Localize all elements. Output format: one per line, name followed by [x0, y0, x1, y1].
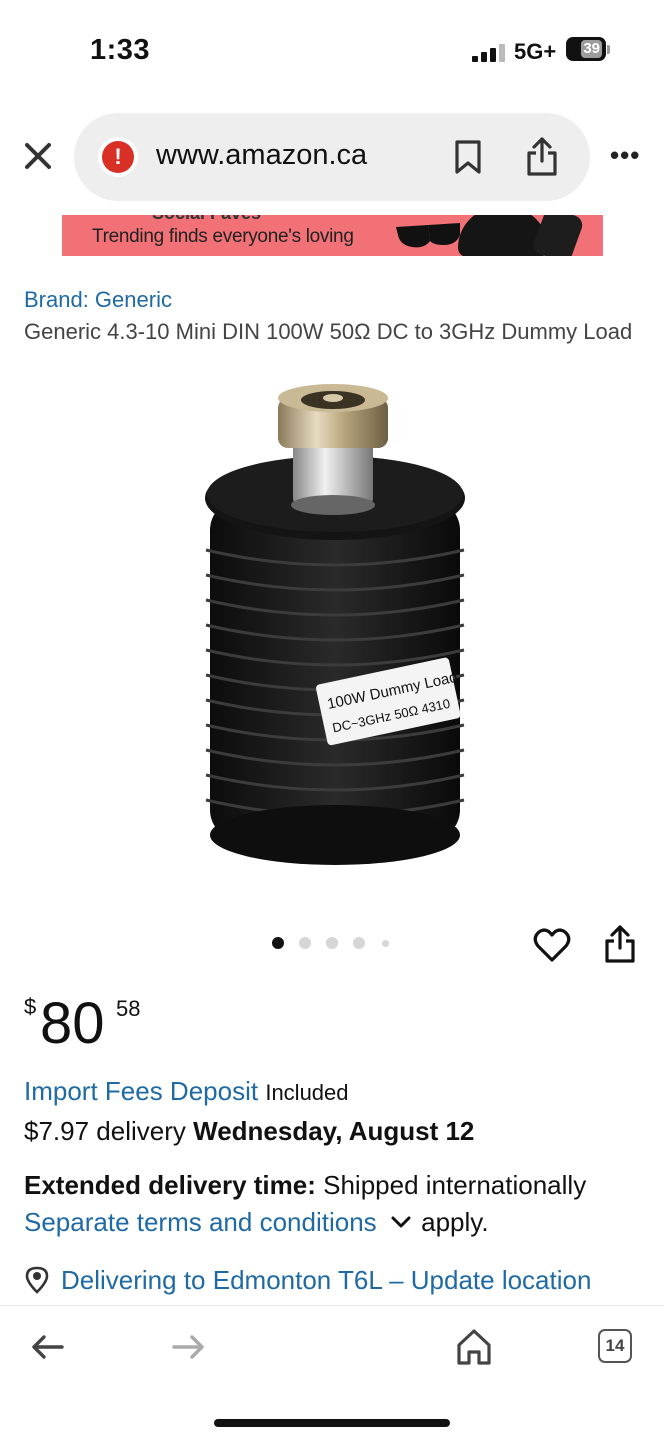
address-bar[interactable]: ! www.amazon.ca — [74, 113, 590, 201]
pager-dot[interactable] — [326, 937, 338, 949]
status-bar: 1:33 5G+ 39 — [0, 0, 664, 100]
brand-link[interactable]: Brand: Generic — [24, 287, 172, 313]
product-title: Generic 4.3-10 Mini DIN 100W 50Ω DC to 3… — [24, 319, 633, 344]
sunglasses-image — [396, 223, 460, 248]
pager-dot[interactable] — [272, 937, 284, 949]
battery-nub — [607, 45, 610, 54]
delivery-price: $7.97 delivery — [24, 1116, 186, 1146]
delivery-info: $7.97 delivery Wednesday, August 12 — [24, 1116, 474, 1147]
extended-label: Extended delivery time: — [24, 1170, 316, 1200]
home-indicator[interactable] — [214, 1419, 450, 1427]
terms-line: Separate terms and conditions apply. — [24, 1207, 489, 1238]
status-time: 1:33 — [90, 34, 151, 66]
sock-image — [530, 215, 586, 256]
close-icon[interactable] — [22, 140, 54, 172]
extended-delivery: Extended delivery time: Shipped internat… — [24, 1170, 586, 1201]
bookmark-icon[interactable] — [452, 139, 484, 175]
browser-toolbar: 14 — [0, 1305, 664, 1441]
share-icon[interactable] — [603, 924, 637, 964]
forward-arrow-icon[interactable] — [172, 1334, 206, 1360]
import-fees: Import Fees Deposit Included — [24, 1076, 349, 1107]
signal-icon — [472, 44, 506, 62]
chevron-down-icon[interactable] — [390, 1215, 412, 1229]
delivery-location-link[interactable]: Delivering to Edmonton T6L – Update loca… — [61, 1265, 591, 1296]
heart-icon[interactable] — [533, 926, 571, 964]
share-icon[interactable] — [524, 135, 560, 177]
price-currency: $ — [24, 994, 37, 1019]
battery-level: 39 — [581, 40, 602, 58]
terms-link[interactable]: Separate terms and conditions — [24, 1207, 377, 1237]
product-image[interactable]: 100W Dummy Load DC~3GHz 50Ω 4310 — [190, 380, 480, 880]
battery-icon: 39 — [566, 37, 606, 61]
price-whole: 80 — [40, 991, 105, 1056]
extended-value: Shipped internationally — [323, 1170, 587, 1200]
more-icon[interactable]: ••• — [610, 142, 640, 168]
tabs-button[interactable]: 14 — [598, 1329, 632, 1363]
delivery-date: Wednesday, August 12 — [193, 1116, 475, 1146]
terms-suffix: apply. — [421, 1207, 489, 1237]
url-text[interactable]: www.amazon.ca — [156, 139, 367, 172]
import-fees-suffix: Included — [265, 1080, 349, 1105]
pager-dot[interactable] — [299, 937, 311, 949]
price-fraction: 58 — [116, 996, 141, 1021]
promo-banner[interactable]: Social Faves Trending finds everyone's l… — [62, 215, 603, 256]
location-pin-icon[interactable] — [24, 1266, 50, 1294]
back-arrow-icon[interactable] — [30, 1334, 64, 1360]
network-type: 5G+ — [514, 39, 557, 64]
banner-text: Trending finds everyone's loving — [92, 226, 354, 247]
home-icon[interactable] — [456, 1328, 492, 1366]
banner-top-text: Social Faves — [152, 215, 261, 224]
pager-dot[interactable] — [382, 940, 389, 947]
import-fees-link[interactable]: Import Fees Deposit — [24, 1076, 258, 1106]
pager-dot[interactable] — [353, 937, 365, 949]
warning-icon[interactable]: ! — [98, 137, 138, 177]
